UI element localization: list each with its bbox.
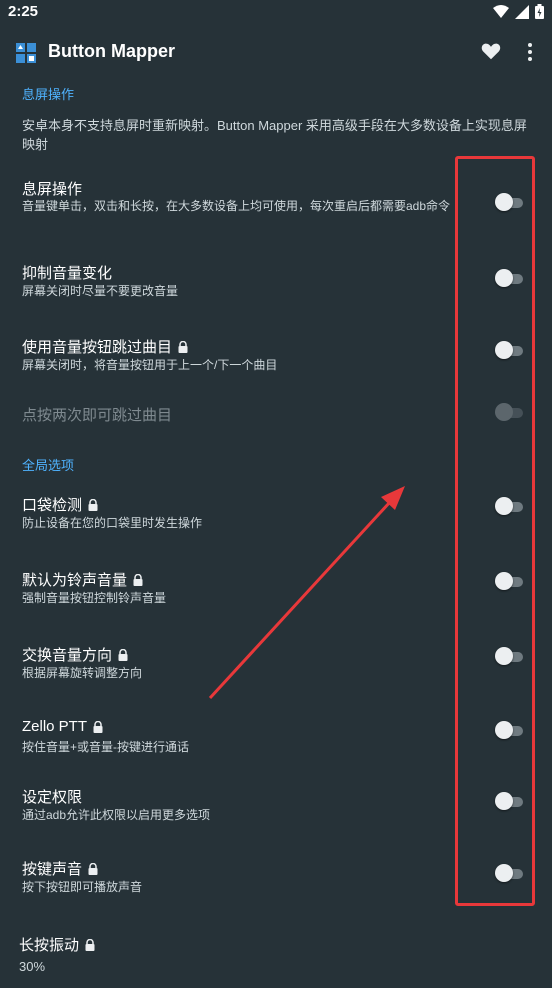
pref-summary: 屏幕关闭时，将音量按钮用于上一个/下一个曲目 [22,358,278,372]
more-vert-icon[interactable] [524,40,536,64]
status-bar: 2:25 [0,0,552,24]
pref-row-long-press-vibration[interactable]: 长按振动 30% [0,928,552,988]
pref-summary: 按住音量+或音量-按键进行通话 [22,740,190,754]
lock-icon [88,862,98,875]
pref-summary: 强制音量按钮控制铃声音量 [22,591,167,605]
wifi-icon [493,4,509,18]
pref-title: 设定权限 [22,789,83,806]
heart-icon[interactable] [480,40,502,62]
signal-icon [515,4,529,19]
pref-summary: 防止设备在您的口袋里时发生操作 [22,516,203,530]
pref-summary: 音量键单击，双击和长按，在大多数设备上均可使用，每次重启后都需要adb命令 [22,199,451,213]
pref-title: 默认为铃声音量 [22,569,143,590]
vibration-value: 30% [19,959,46,974]
pref-title: Zello PTT [22,718,103,735]
section-header-screen-off: 息屏操作 [22,87,75,102]
lock-icon [85,938,95,951]
lock-icon [93,720,103,733]
lock-icon [88,498,98,511]
pref-summary: 按下按钮即可播放声音 [22,880,143,894]
pref-title: 息屏操作 [22,181,83,198]
pref-title: 口袋检测 [22,494,98,515]
lock-icon [118,648,128,661]
lock-icon [133,573,143,586]
app-title: Button Mapper [48,41,175,61]
battery-icon [535,4,544,19]
app-bar: Button Mapper [0,26,552,80]
section-header-global: 全局选项 [22,458,75,473]
pref-title: 点按两次即可跳过曲目 [22,407,173,424]
pref-summary: 根据屏幕旋转调整方向 [22,666,143,680]
app-logo-icon [16,43,36,63]
status-time: 2:25 [8,3,39,20]
pref-title: 按键声音 [22,858,98,879]
pref-title: 抑制音量变化 [22,265,113,282]
lock-icon [178,340,188,353]
pref-summary: 通过adb允许此权限以启用更多选项 [22,808,211,822]
annotation-highlight-box [455,156,535,906]
pref-title: 长按振动 [19,934,95,955]
pref-title: 交换音量方向 [22,644,128,665]
pref-summary: 屏幕关闭时尽量不要更改音量 [22,284,179,298]
section-description: 安卓本身不支持息屏时重新映射。Button Mapper 采用高级手段在大多数设… [22,118,527,152]
pref-title: 使用音量按钮跳过曲目 [22,336,188,357]
